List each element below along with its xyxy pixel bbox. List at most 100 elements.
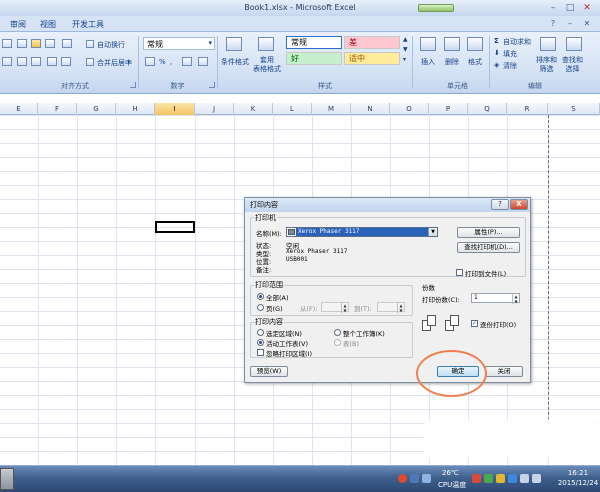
align-center-icon[interactable] <box>17 57 27 66</box>
help-icon[interactable]: ? <box>546 18 560 30</box>
tray-app-icon[interactable] <box>484 474 493 483</box>
style-good[interactable]: 好 <box>286 52 342 65</box>
sort-filter-button[interactable]: 排序和 筛选 <box>536 56 557 74</box>
style-bad[interactable]: 差 <box>344 36 400 49</box>
printer-name-select[interactable]: Xerox Phaser 3117 ▼ <box>286 227 438 237</box>
column-header-g[interactable]: G <box>77 103 116 115</box>
number-format-select[interactable]: 常规 ▾ <box>143 37 215 50</box>
column-header-s[interactable]: S <box>548 103 600 115</box>
find-select-icon <box>566 37 582 51</box>
cancel-button[interactable]: 关闭 <box>485 366 523 377</box>
autosum-button[interactable]: 自动求和 <box>503 37 531 47</box>
column-header-p[interactable]: P <box>429 103 468 115</box>
keyboard-tray-icon[interactable] <box>410 474 419 483</box>
minimize-button[interactable]: – <box>546 2 560 14</box>
ribbon-minimize-icon[interactable]: – <box>563 18 577 30</box>
style-normal[interactable]: 常规 <box>286 36 342 49</box>
increase-decimal-icon[interactable] <box>182 57 192 66</box>
properties-button[interactable]: 属性(P)... <box>457 227 520 238</box>
range-to-input[interactable]: ▲ ▼ <box>377 302 405 313</box>
column-header-j[interactable]: J <box>195 103 234 115</box>
delete-cells-button[interactable]: 删除 <box>445 57 459 67</box>
tray-app-icon[interactable] <box>496 474 505 483</box>
comma-icon[interactable]: , <box>170 58 172 66</box>
dialog-help-button[interactable]: ? <box>491 199 509 210</box>
chevron-up-icon[interactable] <box>422 474 431 483</box>
taskbar-app-thumbnail[interactable] <box>0 468 14 490</box>
column-header-k[interactable]: K <box>234 103 273 115</box>
percent-icon[interactable]: % <box>159 58 166 66</box>
close-window-button[interactable]: ✕ <box>580 2 594 14</box>
decrease-indent-icon[interactable] <box>47 57 57 66</box>
tray-app-icon[interactable] <box>472 474 481 483</box>
copies-number-label: 打印份数(C): <box>422 296 460 304</box>
fill-button[interactable]: 填充 <box>503 49 517 59</box>
workbook-close-icon[interactable]: ✕ <box>580 18 594 30</box>
align-top-icon[interactable] <box>17 39 27 48</box>
decrease-decimal-icon[interactable] <box>198 57 208 66</box>
volume-tray-icon[interactable] <box>532 474 541 483</box>
dialog-close-button[interactable]: X <box>510 199 528 210</box>
copies-spinner-icon[interactable]: ▲ ▼ <box>512 294 519 304</box>
maximize-button[interactable]: □ <box>563 2 577 14</box>
tray-app-icon[interactable] <box>508 474 517 483</box>
find-select-button[interactable]: 查找和 选择 <box>562 56 583 74</box>
grid-column-line <box>195 115 196 465</box>
table-format-button[interactable]: 套用 表格格式 <box>253 56 281 74</box>
font-size-up-icon[interactable] <box>2 39 12 48</box>
styles-scroll-up-icon[interactable]: ▲ <box>403 36 408 43</box>
active-sheets-radio[interactable] <box>257 339 264 346</box>
column-header-r[interactable]: R <box>507 103 548 115</box>
align-right-icon[interactable] <box>31 57 41 66</box>
workbook-radio[interactable] <box>334 329 341 336</box>
print-to-file-checkbox[interactable] <box>456 269 463 276</box>
security-tray-icon[interactable] <box>398 474 407 483</box>
column-header-i[interactable]: I <box>155 103 195 115</box>
styles-more-icon[interactable]: ▾ <box>403 56 406 63</box>
tab-review[interactable]: 审阅 <box>10 19 26 30</box>
column-header-q[interactable]: Q <box>468 103 507 115</box>
preview-button[interactable]: 预览(W) <box>250 366 288 377</box>
selection-radio[interactable] <box>257 329 264 336</box>
wrap-text-button[interactable]: 自动换行 <box>97 40 125 50</box>
column-header-f[interactable]: F <box>38 103 77 115</box>
align-left-icon[interactable] <box>2 57 12 66</box>
collate-checkbox[interactable]: ✓ <box>471 320 478 327</box>
align-bottom-icon[interactable] <box>45 39 55 48</box>
align-middle-icon[interactable] <box>31 39 41 48</box>
alignment-launcher-icon[interactable] <box>130 82 136 88</box>
to-spinner-icon[interactable]: ▲ ▼ <box>397 303 404 313</box>
increase-indent-icon[interactable] <box>61 57 71 66</box>
conditional-format-button[interactable]: 条件格式 <box>221 57 249 67</box>
clear-button[interactable]: 清除 <box>503 61 517 71</box>
column-header-h[interactable]: H <box>116 103 155 115</box>
ignore-area-checkbox[interactable] <box>257 349 264 356</box>
column-header-e[interactable]: E <box>0 103 38 115</box>
currency-icon[interactable] <box>145 57 155 66</box>
styles-scroll-down-icon[interactable]: ▼ <box>403 46 408 53</box>
number-launcher-icon[interactable] <box>209 82 215 88</box>
number-group-label: 数字 <box>170 82 185 90</box>
from-spinner-icon[interactable]: ▲ ▼ <box>341 303 348 313</box>
column-header-n[interactable]: N <box>351 103 390 115</box>
active-cell[interactable] <box>155 221 195 233</box>
range-all-radio[interactable] <box>257 293 264 300</box>
taskbar-clock[interactable]: 16:21 2015/12/24 <box>556 468 600 488</box>
column-header-o[interactable]: O <box>390 103 429 115</box>
find-printer-button[interactable]: 查找打印机(D)... <box>457 242 520 253</box>
range-pages-radio[interactable] <box>257 304 264 311</box>
copies-number-input[interactable]: 1 ▲ ▼ <box>471 293 520 304</box>
tab-developer[interactable]: 开发工具 <box>72 19 104 30</box>
tab-view[interactable]: 视图 <box>40 19 56 30</box>
style-neutral[interactable]: 适中 <box>344 52 400 65</box>
range-from-input[interactable]: ▲ ▼ <box>321 302 349 313</box>
table-radio[interactable] <box>334 339 341 346</box>
grid-column-line <box>77 115 78 465</box>
merge-dropdown-icon[interactable]: ▾ <box>127 58 131 66</box>
orientation-icon[interactable] <box>62 39 72 48</box>
column-header-m[interactable]: M <box>312 103 351 115</box>
column-header-l[interactable]: L <box>273 103 312 115</box>
network-tray-icon[interactable] <box>520 474 529 483</box>
insert-cells-button[interactable]: 插入 <box>421 57 435 67</box>
format-cells-button[interactable]: 格式 <box>468 57 482 67</box>
